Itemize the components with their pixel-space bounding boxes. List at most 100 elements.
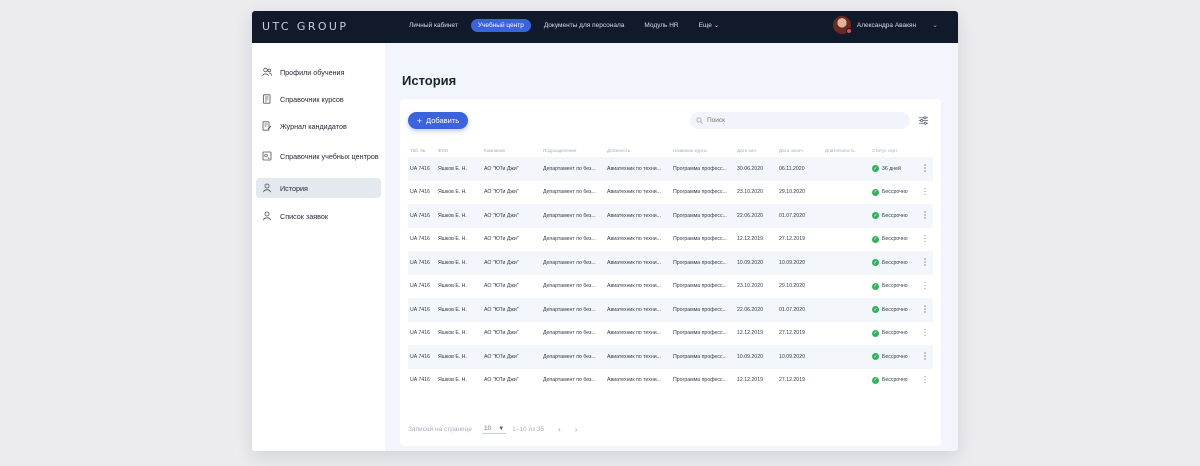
add-button[interactable]: + Добавить xyxy=(408,112,468,129)
nav-more-label: Еще xyxy=(698,22,712,29)
column-header[interactable]: Статус серт. xyxy=(872,148,922,153)
column-header[interactable]: Дата нач. xyxy=(737,148,779,153)
search-input[interactable] xyxy=(707,117,887,124)
table-row[interactable]: UA 7416 Яшков Е. Н. АО "ЮТи Джи" Департамен… xyxy=(408,345,933,369)
cell-status: ✓ Бессрочно xyxy=(872,235,922,243)
sidebar-item-label: История xyxy=(280,183,308,193)
filter-settings-icon[interactable] xyxy=(918,115,929,126)
cell-tab-number: UA 7416 xyxy=(410,330,430,337)
table-row[interactable]: UA 7416 Яшков Е. Н. АО "ЮТи Джи" Департамен… xyxy=(408,298,933,322)
cell-end-date: 27.12.2019 xyxy=(779,377,805,384)
cell-end-date: 01.07.2020 xyxy=(779,306,805,313)
status-text: Бессрочно xyxy=(882,377,908,384)
cell-end-date: 29.10.2020 xyxy=(779,283,805,290)
column-header[interactable]: Таб. № xyxy=(408,148,438,153)
book-icon xyxy=(262,94,272,104)
table-row[interactable]: UA 7416 Яшков Е. Н. АО "ЮТи Джи" Департамен… xyxy=(408,204,933,228)
column-header[interactable]: Название курса xyxy=(673,148,737,153)
more-vertical-icon[interactable] xyxy=(924,258,926,267)
cell-end-date: 27.12.2019 xyxy=(779,236,805,243)
nav-item-more[interactable]: Еще ⌄ xyxy=(692,19,726,32)
cell-position: Авиатехник по техни... xyxy=(607,189,661,196)
cell-start-date: 23.10.2020 xyxy=(737,189,763,196)
more-vertical-icon[interactable] xyxy=(924,211,926,220)
cell-tab-number: UA 7416 xyxy=(410,259,430,266)
cell-course: Программа професс... xyxy=(673,283,727,290)
cell-full-name: Яшков Е. Н. xyxy=(438,283,467,290)
cell-course: Программа професс... xyxy=(673,353,727,360)
avatar[interactable] xyxy=(832,16,852,34)
cell-position: Авиатехник по техни... xyxy=(607,306,661,313)
more-vertical-icon[interactable] xyxy=(924,375,926,385)
status-text: Бессрочно xyxy=(882,353,908,360)
cell-company: АО "ЮТи Джи" xyxy=(484,165,519,172)
nav-item-hr[interactable]: Модуль HR xyxy=(637,19,685,32)
column-header[interactable]: Дата оконч. xyxy=(779,148,825,153)
top-navbar: UTC GROUP Личный кабинет Учебный центр Д… xyxy=(252,11,958,43)
cell-start-date: 12.12.2019 xyxy=(737,330,763,337)
sidebar-item-courses[interactable]: Справочник курсов xyxy=(256,89,381,109)
cell-department: Департамент по без... xyxy=(543,353,596,360)
more-vertical-icon[interactable] xyxy=(924,187,926,197)
cell-position: Авиатехник по техни... xyxy=(607,377,661,384)
search-box[interactable] xyxy=(690,112,910,129)
status-text: 36 дней xyxy=(882,165,901,172)
table-row[interactable]: UA 7416 Яшков Е. Н. АО "ЮТи Джи" Департамен… xyxy=(408,157,933,181)
cell-tab-number: UA 7416 xyxy=(410,306,430,313)
caret-down-icon: ▼ xyxy=(498,425,505,432)
column-header[interactable]: ФИО xyxy=(438,148,484,153)
user-name: Александра Авакян xyxy=(856,21,917,29)
chevron-down-icon[interactable]: ⌄ xyxy=(932,21,938,29)
nav-item-documents[interactable]: Документы для персонала xyxy=(537,19,632,32)
sidebar-item-requests[interactable]: Список заявок xyxy=(256,206,381,226)
per-page-label: Записей на странице xyxy=(408,426,472,433)
next-page-button[interactable]: › xyxy=(575,425,578,434)
sidebar-item-profiles[interactable]: Профили обучения xyxy=(256,62,381,82)
check-circle-icon: ✓ xyxy=(872,188,879,196)
nav-item-training-center[interactable]: Учебный центр xyxy=(470,19,531,32)
per-page-select[interactable]: 10 ▼ xyxy=(481,425,507,434)
users-icon xyxy=(262,67,272,77)
cell-end-date: 01.07.2020 xyxy=(779,212,805,219)
cell-course: Программа професс... xyxy=(673,236,727,243)
cell-tab-number: UA 7416 xyxy=(410,165,430,172)
more-vertical-icon[interactable] xyxy=(924,352,926,361)
cell-status: ✓ Бессрочно xyxy=(872,353,922,361)
sidebar-item-label: Справочник курсов xyxy=(280,94,344,104)
column-header[interactable]: Должность xyxy=(607,148,673,153)
sidebar-item-history[interactable]: История xyxy=(256,178,381,198)
cell-full-name: Яшков Е. Н. xyxy=(438,212,467,219)
cell-tab-number: UA 7416 xyxy=(410,283,430,290)
table-row[interactable]: UA 7416 Яшков Е. Н. АО "ЮТи Джи" Департамен… xyxy=(408,228,933,252)
more-vertical-icon[interactable] xyxy=(924,305,926,314)
table-row[interactable]: UA 7416 Яшков Е. Н. АО "ЮТи Джи" Департамен… xyxy=(408,251,933,275)
sidebar-item-label: Список заявок xyxy=(280,211,328,221)
column-header[interactable]: Длительность xyxy=(825,148,872,153)
per-page-value: 10 xyxy=(483,425,492,432)
table-row[interactable]: UA 7416 Яшков Е. Н. АО "ЮТи Джи" Департамен… xyxy=(408,181,933,205)
table-row[interactable]: UA 7416 Яшков Е. Н. АО "ЮТи Джи" Департамен… xyxy=(408,322,933,346)
add-button-label: Добавить xyxy=(426,116,460,125)
app-window: UTC GROUP Личный кабинет Учебный центр Д… xyxy=(252,11,958,451)
pagination: Записей на странице 10 ▼ 1–10 из 35 ‹ › xyxy=(408,425,577,434)
more-vertical-icon[interactable] xyxy=(924,234,926,244)
sidebar-item-training-centers[interactable]: Справочник учебных центров xyxy=(256,145,381,167)
user-menu[interactable]: Александра Авакян ⌄ xyxy=(832,16,938,34)
table-row[interactable]: UA 7416 Яшков Е. Н. АО "ЮТи Джи" Департамен… xyxy=(408,369,933,393)
cell-position: Авиатехник по техни... xyxy=(607,236,661,243)
nav-item-cabinet[interactable]: Личный кабинет xyxy=(402,19,465,32)
more-vertical-icon[interactable] xyxy=(924,281,926,291)
cell-start-date: 10.09.2020 xyxy=(737,259,763,266)
cell-full-name: Яшков Е. Н. xyxy=(438,306,467,313)
more-vertical-icon[interactable] xyxy=(924,164,926,173)
sidebar-item-label: Журнал кандидатов xyxy=(280,121,347,131)
table-row[interactable]: UA 7416 Яшков Е. Н. АО "ЮТи Джи" Департамен… xyxy=(408,275,933,299)
cell-status: ✓ 36 дней xyxy=(872,165,922,173)
column-header[interactable]: Компания xyxy=(484,148,543,153)
sidebar-item-candidates[interactable]: Журнал кандидатов xyxy=(256,116,381,136)
column-header[interactable]: Подразделение xyxy=(543,148,607,153)
cell-full-name: Яшков Е. Н. xyxy=(438,189,467,196)
logo[interactable]: UTC GROUP xyxy=(262,20,348,33)
prev-page-button[interactable]: ‹ xyxy=(558,425,561,434)
more-vertical-icon[interactable] xyxy=(924,328,926,338)
